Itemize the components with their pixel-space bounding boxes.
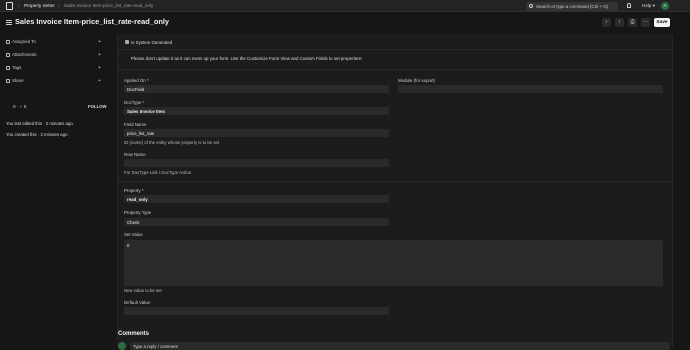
section-divider (117, 69, 673, 70)
set-value-description: New value to be set (124, 288, 162, 293)
property-type-label: Property Type (124, 210, 152, 215)
warning-notice: Please don't update it as it can mess up… (131, 56, 362, 61)
chevron-right-icon: › (58, 3, 60, 9)
search-bar[interactable]: Search or type a command (Ctrl + G) (526, 1, 618, 11)
help-dropdown[interactable]: Help ▾ (642, 3, 655, 9)
property-type-select[interactable]: Check (124, 218, 389, 226)
notification-bell-icon[interactable] (627, 3, 631, 8)
follow-button[interactable]: FOLLOW (88, 104, 107, 109)
field-name-field[interactable]: price_list_rate (124, 129, 389, 137)
sidebar-item-share[interactable]: Share + (6, 77, 106, 90)
tag-icon (6, 66, 10, 70)
field-name-label: Field Name (124, 122, 147, 127)
add-icon[interactable]: + (98, 77, 101, 85)
save-button[interactable]: Save (654, 18, 670, 27)
more-menu-icon[interactable]: ··· (641, 18, 650, 27)
row-name-description: For DocType Link / DocType Action (124, 170, 192, 175)
add-icon[interactable]: + (98, 38, 101, 46)
print-icon[interactable]: ⎙ (628, 18, 637, 27)
applied-on-field[interactable]: DocField (124, 85, 389, 93)
likes-comments-stats: 0 · ○ 0 (13, 104, 26, 109)
sidebar-item-label: Tags (12, 65, 22, 70)
previous-doc-button[interactable]: ‹ (602, 18, 611, 27)
breadcrumb-current-doc[interactable]: › Sales Invoice Item-price_list_rate-rea… (58, 3, 153, 9)
row-name-label: Row Name (124, 152, 146, 157)
sidebar: Assigned To + Attachments + Tags + Share… (6, 38, 106, 90)
search-placeholder: Search or type a command (Ctrl + G) (536, 3, 609, 9)
default-value-field[interactable] (124, 307, 389, 315)
form-container (117, 34, 673, 347)
comment-icon: ○ (19, 104, 23, 109)
chevron-right-icon: › (18, 3, 20, 9)
breadcrumb-property-setter[interactable]: › Property Setter (18, 3, 55, 9)
like-count: 0 (13, 104, 16, 109)
sidebar-item-attachments[interactable]: Attachments + (6, 51, 106, 64)
help-label: Help (642, 3, 652, 8)
property-field[interactable]: read_only (124, 195, 389, 203)
app-logo-icon[interactable] (6, 2, 13, 10)
share-icon (6, 79, 10, 83)
doctype-label: DocType * (124, 100, 145, 105)
default-value-label: Default Value (124, 300, 151, 305)
module-field[interactable] (398, 85, 663, 93)
sidebar-item-label: Assigned To (12, 39, 36, 44)
user-avatar[interactable]: A (661, 2, 669, 10)
sidebar-item-label: Share (12, 78, 24, 83)
comment-count: 0 (23, 104, 27, 109)
sidebar-item-label: Attachments (12, 52, 37, 57)
sidebar-item-tags[interactable]: Tags + (6, 64, 106, 77)
row-name-field[interactable] (124, 159, 389, 167)
module-label: Module (for export) (398, 78, 436, 83)
property-label: Property * (124, 188, 144, 193)
sidebar-item-assigned-to[interactable]: Assigned To + (6, 38, 106, 51)
add-icon[interactable]: + (98, 64, 101, 72)
set-value-label: Set Value (124, 232, 143, 237)
set-value-textarea[interactable]: 0 (124, 240, 663, 286)
section-divider (117, 49, 673, 50)
breadcrumb-label[interactable]: Property Setter (24, 3, 55, 8)
add-icon[interactable]: + (98, 51, 101, 59)
breadcrumb-label[interactable]: Sales Invoice Item-price_list_rate-read_… (64, 3, 153, 8)
applied-on-label: Applied On * (124, 78, 149, 83)
search-icon (529, 3, 533, 8)
user-icon (6, 40, 10, 44)
field-name-description: ID (name) of the entity whose property i… (124, 140, 220, 145)
page-title: Sales Invoice Item-price_list_rate-read_… (15, 17, 170, 26)
activity-item: You created this · 2 minutes ago (6, 132, 68, 137)
is-system-generated-checkbox[interactable] (125, 40, 129, 44)
doctype-field[interactable]: Sales Invoice Item (124, 107, 389, 115)
comment-input[interactable]: Type a reply / comment (130, 342, 670, 350)
next-doc-button[interactable]: › (615, 18, 624, 27)
comments-heading: Comments (118, 331, 150, 337)
top-navbar: › Property Setter › Sales Invoice Item-p… (0, 0, 690, 12)
avatar (118, 342, 126, 350)
paperclip-icon (6, 53, 10, 57)
is-system-generated-label: Is System Generated (131, 40, 173, 45)
activity-item: You last edited this · 2 minutes ago (6, 121, 73, 126)
section-divider (117, 181, 673, 182)
sidebar-toggle-icon[interactable] (6, 20, 12, 25)
